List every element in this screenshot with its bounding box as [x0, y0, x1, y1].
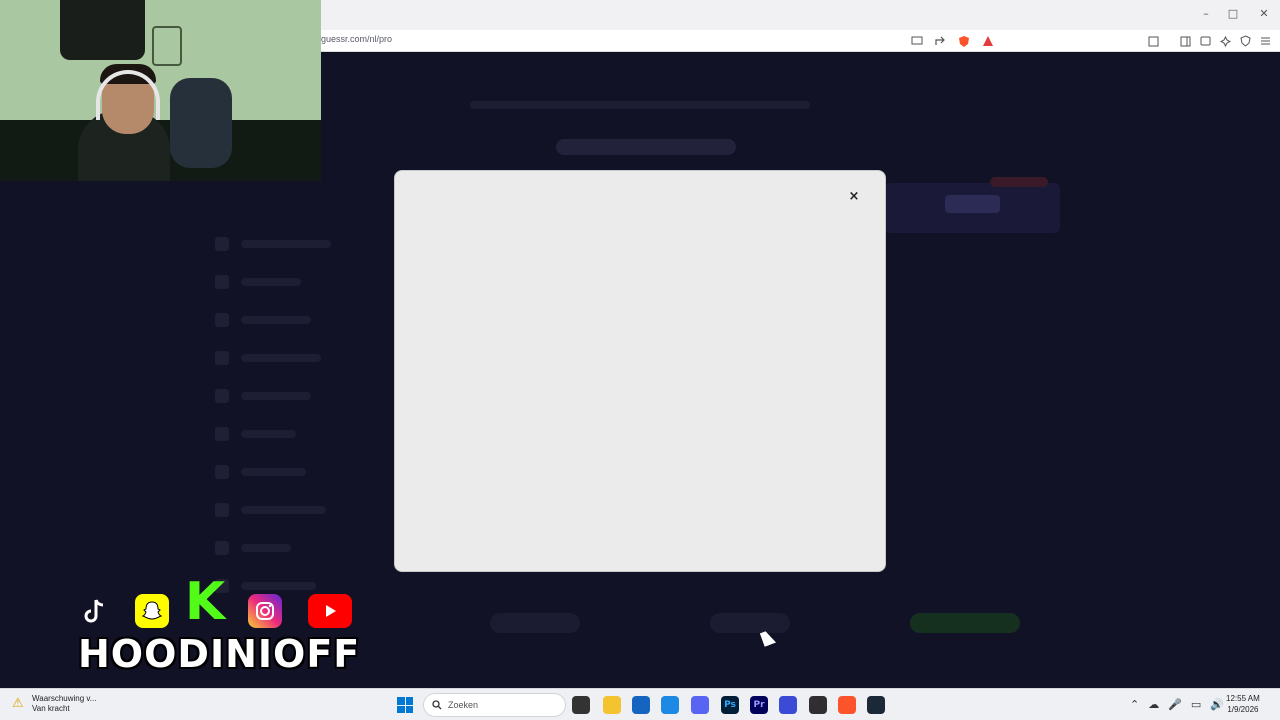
store-icon[interactable] — [632, 696, 650, 714]
wall-logo — [152, 26, 182, 66]
photoshop-icon[interactable]: Ps — [721, 696, 739, 714]
warning-icon: ⚠ — [12, 696, 24, 711]
tab-search-icon[interactable] — [1145, 33, 1161, 49]
modal-close-button[interactable]: × — [846, 189, 862, 205]
footer-link-blurred — [710, 613, 790, 633]
list-item — [215, 301, 385, 339]
discord-icon[interactable] — [691, 696, 709, 714]
task-view-icon[interactable] — [572, 696, 590, 714]
minimize-button[interactable]: – — [1197, 6, 1215, 22]
start-button[interactable] — [397, 697, 413, 713]
system-clock[interactable]: 12:55 AM 1/9/2026 — [1226, 693, 1260, 715]
weather-warning-widget[interactable]: ⚠ Waarschuwing v... Van kracht — [12, 694, 96, 714]
wallet-icon[interactable] — [1197, 33, 1213, 49]
list-item — [215, 263, 385, 301]
screen-capture-icon[interactable] — [909, 33, 925, 49]
share-icon[interactable] — [932, 33, 948, 49]
search-placeholder: Zoeken — [448, 700, 479, 710]
footer-link-blurred — [490, 613, 580, 633]
windows-taskbar: ⚠ Waarschuwing v... Van kracht Zoeken Ps… — [0, 688, 1280, 720]
chevron-up-icon[interactable]: ⌃ — [1130, 698, 1139, 711]
brave-rewards-icon[interactable] — [980, 33, 996, 49]
plan-card-button-blurred — [945, 195, 1000, 213]
steam-icon[interactable] — [867, 696, 885, 714]
list-item — [215, 225, 385, 263]
kick-icon: K — [184, 572, 226, 632]
obs-icon[interactable] — [809, 696, 827, 714]
wall-jersey — [60, 0, 145, 60]
plan-badge-blurred — [990, 177, 1048, 187]
arc-icon[interactable] — [779, 696, 797, 714]
webcam-overlay — [0, 0, 321, 181]
streamer-brand-name: HOODINIOFF — [78, 632, 361, 676]
premiere-icon[interactable]: Pr — [750, 696, 768, 714]
microphone-icon[interactable]: 🎤 — [1168, 698, 1182, 711]
url-text[interactable]: guessr.com/nl/pro — [321, 34, 392, 44]
display-icon[interactable]: ▭ — [1191, 698, 1201, 711]
list-item — [215, 529, 385, 567]
side-list-blurred — [215, 225, 385, 605]
list-item — [215, 339, 385, 377]
instagram-icon — [248, 594, 282, 628]
youtube-icon — [308, 594, 352, 628]
leo-ai-icon[interactable] — [1217, 33, 1233, 49]
onedrive-icon[interactable]: ☁ — [1148, 698, 1159, 711]
sidebar-toggle-icon[interactable] — [1177, 33, 1193, 49]
clock-date: 1/9/2026 — [1227, 705, 1259, 714]
gaming-chair — [170, 78, 232, 168]
vpn-icon[interactable] — [1237, 33, 1253, 49]
footer-cta-blurred — [910, 613, 1020, 633]
edge-icon[interactable] — [661, 696, 679, 714]
list-item — [215, 377, 385, 415]
socials-overlay: K HOODINIOFF — [78, 572, 368, 676]
page-button-blurred — [556, 139, 736, 155]
brave-icon[interactable] — [838, 696, 856, 714]
clock-time: 12:55 AM — [1226, 694, 1260, 703]
notification-subtitle: Van kracht — [32, 704, 70, 713]
maximize-button[interactable]: □ — [1224, 6, 1242, 22]
snapchat-icon — [135, 594, 169, 628]
list-item — [215, 453, 385, 491]
system-tray: ⌃ ☁ 🎤 ▭ 🔊 — [1130, 698, 1224, 711]
volume-icon[interactable]: 🔊 — [1210, 698, 1224, 711]
tiktok-icon — [78, 594, 112, 628]
address-bar[interactable]: guessr.com/nl/pro — [321, 30, 1280, 52]
list-item — [215, 415, 385, 453]
page-subtitle-blurred — [470, 101, 810, 109]
list-item — [215, 491, 385, 529]
file-explorer-icon[interactable] — [603, 696, 621, 714]
taskbar-search[interactable]: Zoeken — [423, 693, 566, 717]
close-window-button[interactable]: ✕ — [1255, 6, 1273, 22]
brave-shield-icon[interactable] — [956, 33, 972, 49]
modal-dialog: × — [394, 170, 886, 572]
notification-title: Waarschuwing v... — [32, 694, 97, 703]
menu-icon[interactable] — [1257, 33, 1273, 49]
browser-title-bar: – □ ✕ — [321, 0, 1280, 30]
search-icon — [432, 700, 442, 710]
